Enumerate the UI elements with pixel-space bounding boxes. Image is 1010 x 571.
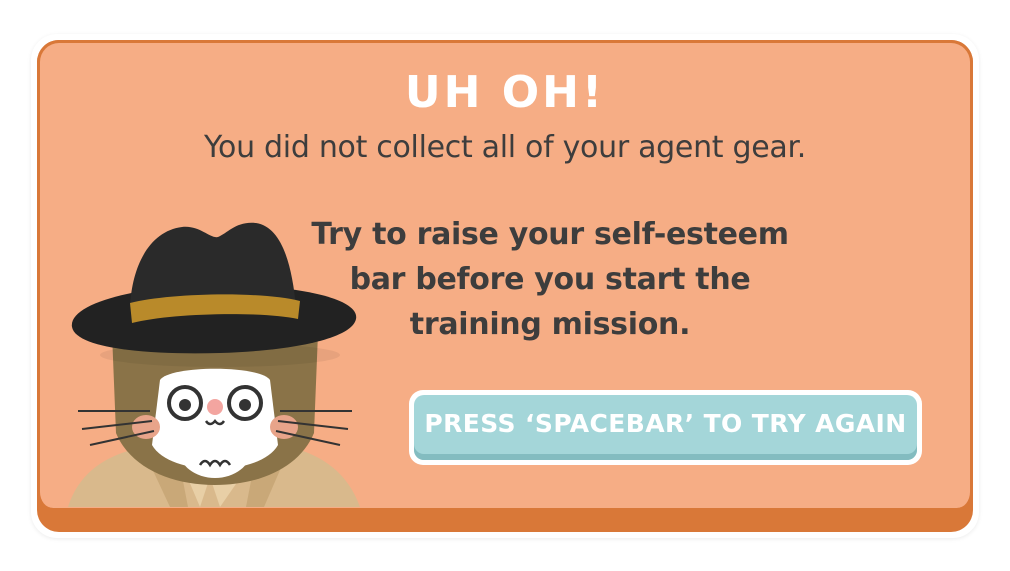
try-again-button-face[interactable]: PRESS ‘SPACEBAR’ TO TRY AGAIN bbox=[414, 395, 917, 460]
try-again-button-label: PRESS ‘SPACEBAR’ TO TRY AGAIN bbox=[424, 409, 907, 438]
try-again-button[interactable]: PRESS ‘SPACEBAR’ TO TRY AGAIN bbox=[409, 390, 922, 465]
agent-cat-icon bbox=[68, 222, 360, 507]
dialog-subtitle: You did not collect all of your agent ge… bbox=[204, 130, 806, 165]
dialog-title: UH OH! bbox=[404, 67, 606, 118]
